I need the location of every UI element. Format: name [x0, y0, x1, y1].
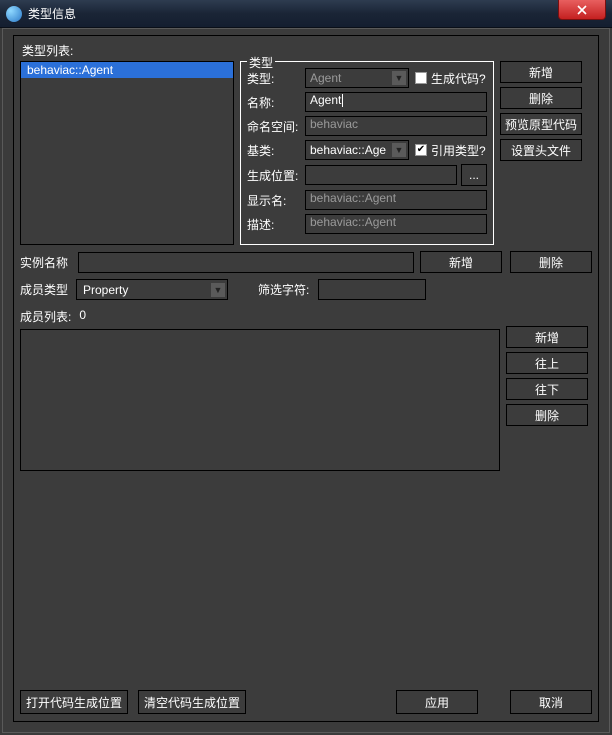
namespace-label: 命名空间: [247, 118, 305, 135]
type-add-button[interactable]: 新增 [500, 61, 582, 83]
base-label: 基类: [247, 142, 305, 159]
clear-genloc-button[interactable]: 清空代码生成位置 [138, 690, 246, 714]
type-side-buttons: 新增 删除 预览原型代码 设置头文件 [500, 61, 582, 245]
preview-proto-button[interactable]: 预览原型代码 [500, 113, 582, 135]
genloc-label: 生成位置: [247, 167, 305, 184]
namespace-input[interactable]: behaviac [305, 116, 487, 136]
filter-label: 筛选字符: [258, 281, 318, 298]
type-listbox[interactable]: behaviac::Agent [20, 61, 234, 245]
type-select[interactable]: Agent ▼ [305, 68, 409, 88]
type-delete-button[interactable]: 删除 [500, 87, 582, 109]
gen-code-checkbox[interactable] [415, 72, 427, 84]
apply-button[interactable]: 应用 [396, 690, 478, 714]
type-fieldset: 类型 类型: Agent ▼ 生成代码? 名称: Agent [240, 61, 494, 245]
type-label: 类型: [247, 70, 305, 87]
member-type-select[interactable]: Property ▼ [76, 279, 228, 300]
instance-name-input[interactable] [78, 252, 414, 273]
open-genloc-button[interactable]: 打开代码生成位置 [20, 690, 128, 714]
display-label: 显示名: [247, 192, 305, 209]
base-select[interactable]: behaviac::Age ▼ [305, 140, 409, 160]
type-select-value: Agent [310, 71, 341, 85]
browse-button[interactable]: ... [461, 164, 487, 186]
member-list-count: 0 [79, 308, 86, 325]
member-type-label: 成员类型 [20, 281, 76, 298]
member-listbox[interactable] [20, 329, 500, 471]
cancel-button[interactable]: 取消 [510, 690, 592, 714]
dialog-body: 类型列表: behaviac::Agent 类型 类型: Agent ▼ 生成代… [13, 35, 599, 722]
member-list-label: 成员列表: [20, 308, 71, 325]
titlebar: 类型信息 [0, 0, 612, 28]
member-side-buttons: 新增 往上 往下 删除 [506, 326, 588, 426]
member-up-button[interactable]: 往上 [506, 352, 588, 374]
instance-delete-button[interactable]: 删除 [510, 251, 592, 273]
fieldset-legend: 类型 [247, 54, 275, 71]
member-add-button[interactable]: 新增 [506, 326, 588, 348]
member-delete-button[interactable]: 删除 [506, 404, 588, 426]
ref-type-label: 引用类型? [431, 142, 486, 159]
gen-code-label: 生成代码? [431, 70, 486, 87]
bottom-bar: 打开代码生成位置 清空代码生成位置 应用 取消 [20, 690, 592, 714]
name-input[interactable]: Agent [305, 92, 487, 112]
chevron-down-icon: ▼ [211, 283, 225, 297]
display-input[interactable]: behaviac::Agent [305, 190, 487, 210]
desc-label: 描述: [247, 216, 305, 233]
instance-add-button[interactable]: 新增 [420, 251, 502, 273]
name-label: 名称: [247, 94, 305, 111]
close-button[interactable] [558, 0, 606, 20]
member-type-value: Property [83, 283, 128, 297]
ref-type-checkbox[interactable] [415, 144, 427, 156]
chevron-down-icon: ▼ [392, 143, 406, 157]
type-list-item[interactable]: behaviac::Agent [21, 62, 233, 78]
base-select-value: behaviac::Age [310, 143, 386, 157]
genloc-input[interactable] [305, 165, 457, 185]
set-header-button[interactable]: 设置头文件 [500, 139, 582, 161]
app-icon [6, 6, 22, 22]
instance-name-label: 实例名称 [20, 254, 76, 271]
filter-input[interactable] [318, 279, 426, 300]
member-down-button[interactable]: 往下 [506, 378, 588, 400]
window-frame: 类型列表: behaviac::Agent 类型 类型: Agent ▼ 生成代… [2, 28, 610, 733]
typelist-label: 类型列表: [22, 42, 592, 59]
chevron-down-icon: ▼ [392, 71, 406, 85]
desc-input[interactable]: behaviac::Agent [305, 214, 487, 234]
text-caret [342, 94, 343, 107]
window-title: 类型信息 [28, 5, 558, 22]
